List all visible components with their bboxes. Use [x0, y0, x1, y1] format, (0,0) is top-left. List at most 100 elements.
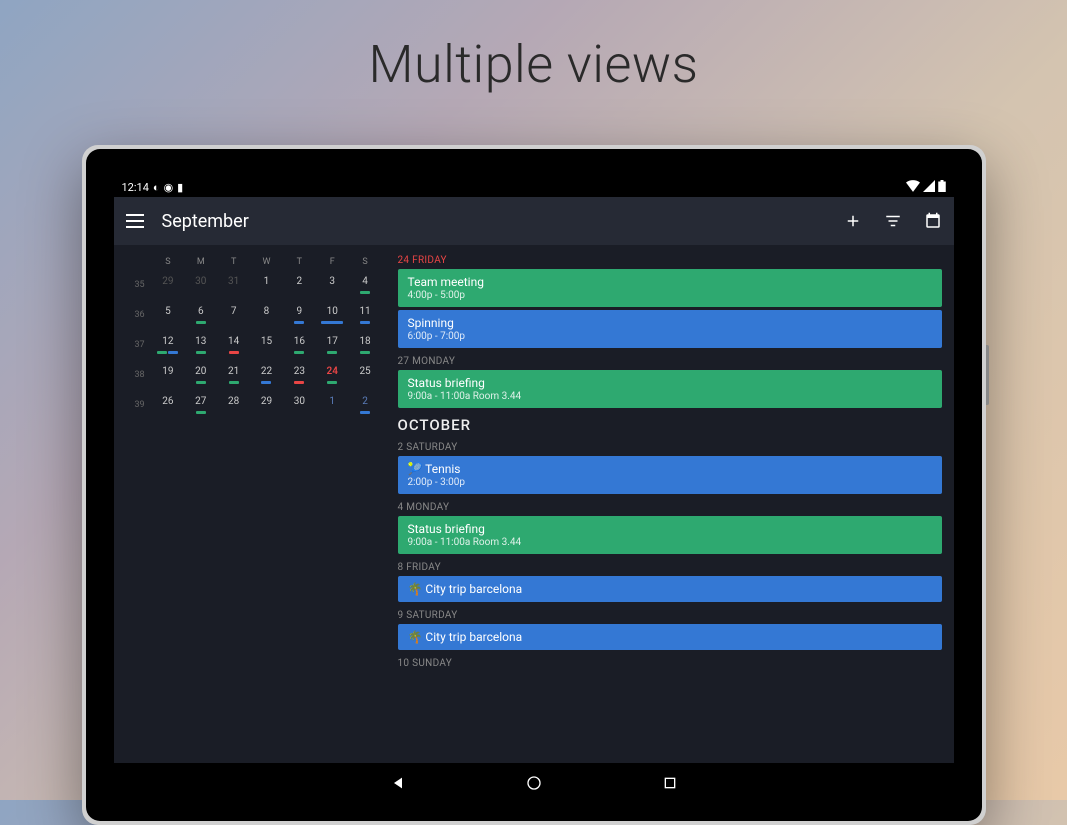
- event-item[interactable]: Team meeting 4:00p - 5:00p: [398, 269, 942, 307]
- day-cell[interactable]: 2: [349, 395, 382, 415]
- event-title: Status briefing: [408, 376, 932, 390]
- event-title: 🎾 Tennis: [408, 462, 932, 476]
- event-item[interactable]: 🌴 City trip barcelona: [398, 624, 942, 650]
- status-icon: ◉: [164, 181, 174, 194]
- day-cell[interactable]: 23: [283, 365, 316, 385]
- mini-calendar: S M T W T F S 35 29 30 31 1: [114, 245, 394, 763]
- event-time: 9:00a - 11:00a Room 3.44: [408, 537, 932, 548]
- today-icon[interactable]: [924, 212, 942, 230]
- day-cell[interactable]: 4: [349, 275, 382, 295]
- dow-header: S: [152, 257, 185, 267]
- event-title: 🌴 City trip barcelona: [408, 630, 932, 644]
- day-cell[interactable]: 27: [184, 395, 217, 415]
- signal-icon: [923, 180, 935, 195]
- day-cell[interactable]: 28: [217, 395, 250, 415]
- filter-icon[interactable]: [884, 212, 902, 230]
- event-item[interactable]: 🎾 Tennis 2:00p - 3:00p: [398, 456, 942, 494]
- content-area: S M T W T F S 35 29 30 31 1: [114, 245, 954, 763]
- dow-header: T: [283, 257, 316, 267]
- day-cell[interactable]: 20: [184, 365, 217, 385]
- back-icon[interactable]: [390, 775, 406, 791]
- day-cell[interactable]: 15: [250, 335, 283, 355]
- event-item[interactable]: 🌴 City trip barcelona: [398, 576, 942, 602]
- day-cell[interactable]: 1: [316, 395, 349, 415]
- status-bar: 12:14 ◐ ◉ ▮: [114, 177, 954, 197]
- screen: 12:14 ◐ ◉ ▮: [114, 177, 954, 763]
- recents-icon[interactable]: [662, 775, 678, 791]
- day-cell[interactable]: 30: [283, 395, 316, 415]
- day-cell[interactable]: 10: [316, 305, 349, 325]
- day-cell[interactable]: 18: [349, 335, 382, 355]
- day-cell[interactable]: 5: [152, 305, 185, 325]
- event-title: Status briefing: [408, 522, 932, 536]
- day-cell[interactable]: 6: [184, 305, 217, 325]
- day-cell[interactable]: 17: [316, 335, 349, 355]
- week-number: 38: [128, 370, 152, 380]
- event-time: 2:00p - 3:00p: [408, 477, 932, 488]
- status-icon: ◐: [153, 181, 160, 194]
- menu-icon[interactable]: [126, 214, 144, 228]
- day-cell[interactable]: 31: [217, 275, 250, 295]
- tablet-frame: 12:14 ◐ ◉ ▮: [82, 145, 986, 825]
- agenda-date-label: 10 SUNDAY: [398, 658, 942, 669]
- event-item[interactable]: Spinning 6:00p - 7:00p: [398, 310, 942, 348]
- dow-header: F: [316, 257, 349, 267]
- dow-header: W: [250, 257, 283, 267]
- power-button: [986, 345, 989, 405]
- event-item[interactable]: Status briefing 9:00a - 11:00a Room 3.44: [398, 516, 942, 554]
- nav-bar: [114, 763, 954, 803]
- day-cell[interactable]: 2: [283, 275, 316, 295]
- home-icon[interactable]: [526, 775, 542, 791]
- day-cell[interactable]: 3: [316, 275, 349, 295]
- status-time: 12:14: [122, 181, 149, 194]
- day-cell[interactable]: 1: [250, 275, 283, 295]
- day-cell[interactable]: 22: [250, 365, 283, 385]
- event-time: 4:00p - 5:00p: [408, 290, 932, 301]
- day-cell[interactable]: 30: [184, 275, 217, 295]
- day-cell[interactable]: 13: [184, 335, 217, 355]
- week-number: 35: [128, 280, 152, 290]
- day-cell[interactable]: 26: [152, 395, 185, 415]
- day-cell[interactable]: 12: [152, 335, 185, 355]
- event-title: Team meeting: [408, 275, 932, 289]
- dow-header: S: [349, 257, 382, 267]
- status-icon: ▮: [177, 181, 183, 194]
- day-cell[interactable]: 19: [152, 365, 185, 385]
- event-time: 6:00p - 7:00p: [408, 331, 932, 342]
- day-cell[interactable]: 14: [217, 335, 250, 355]
- day-cell-today[interactable]: 24: [316, 365, 349, 385]
- wifi-icon: [906, 180, 920, 195]
- event-time: 9:00a - 11:00a Room 3.44: [408, 391, 932, 402]
- agenda-month-label: OCTOBER: [398, 416, 942, 434]
- day-cell[interactable]: 21: [217, 365, 250, 385]
- event-item[interactable]: Status briefing 9:00a - 11:00a Room 3.44: [398, 370, 942, 408]
- agenda-view[interactable]: 24 FRIDAY Team meeting 4:00p - 5:00p Spi…: [394, 245, 954, 763]
- hero-title: Multiple views: [0, 0, 1067, 95]
- week-number: 36: [128, 310, 152, 320]
- app-bar: September: [114, 197, 954, 245]
- app-title: September: [162, 211, 826, 232]
- day-cell[interactable]: 25: [349, 365, 382, 385]
- battery-icon: [938, 180, 946, 195]
- day-cell[interactable]: 9: [283, 305, 316, 325]
- day-cell[interactable]: 7: [217, 305, 250, 325]
- agenda-date-label: 2 SATURDAY: [398, 442, 942, 453]
- agenda-date-label: 24 FRIDAY: [398, 255, 942, 266]
- dow-header: M: [184, 257, 217, 267]
- agenda-date-label: 8 FRIDAY: [398, 562, 942, 573]
- day-cell[interactable]: 16: [283, 335, 316, 355]
- event-title: Spinning: [408, 316, 932, 330]
- event-title: 🌴 City trip barcelona: [408, 582, 932, 596]
- agenda-date-label: 9 SATURDAY: [398, 610, 942, 621]
- week-number: 37: [128, 340, 152, 350]
- day-cell[interactable]: 29: [250, 395, 283, 415]
- add-icon[interactable]: [844, 212, 862, 230]
- week-number: 39: [128, 400, 152, 410]
- dow-header: T: [217, 257, 250, 267]
- day-cell[interactable]: 8: [250, 305, 283, 325]
- agenda-date-label: 4 MONDAY: [398, 502, 942, 513]
- day-cell[interactable]: 29: [152, 275, 185, 295]
- day-cell[interactable]: 11: [349, 305, 382, 325]
- agenda-date-label: 27 MONDAY: [398, 356, 942, 367]
- tablet-bezel: 12:14 ◐ ◉ ▮: [86, 149, 982, 821]
